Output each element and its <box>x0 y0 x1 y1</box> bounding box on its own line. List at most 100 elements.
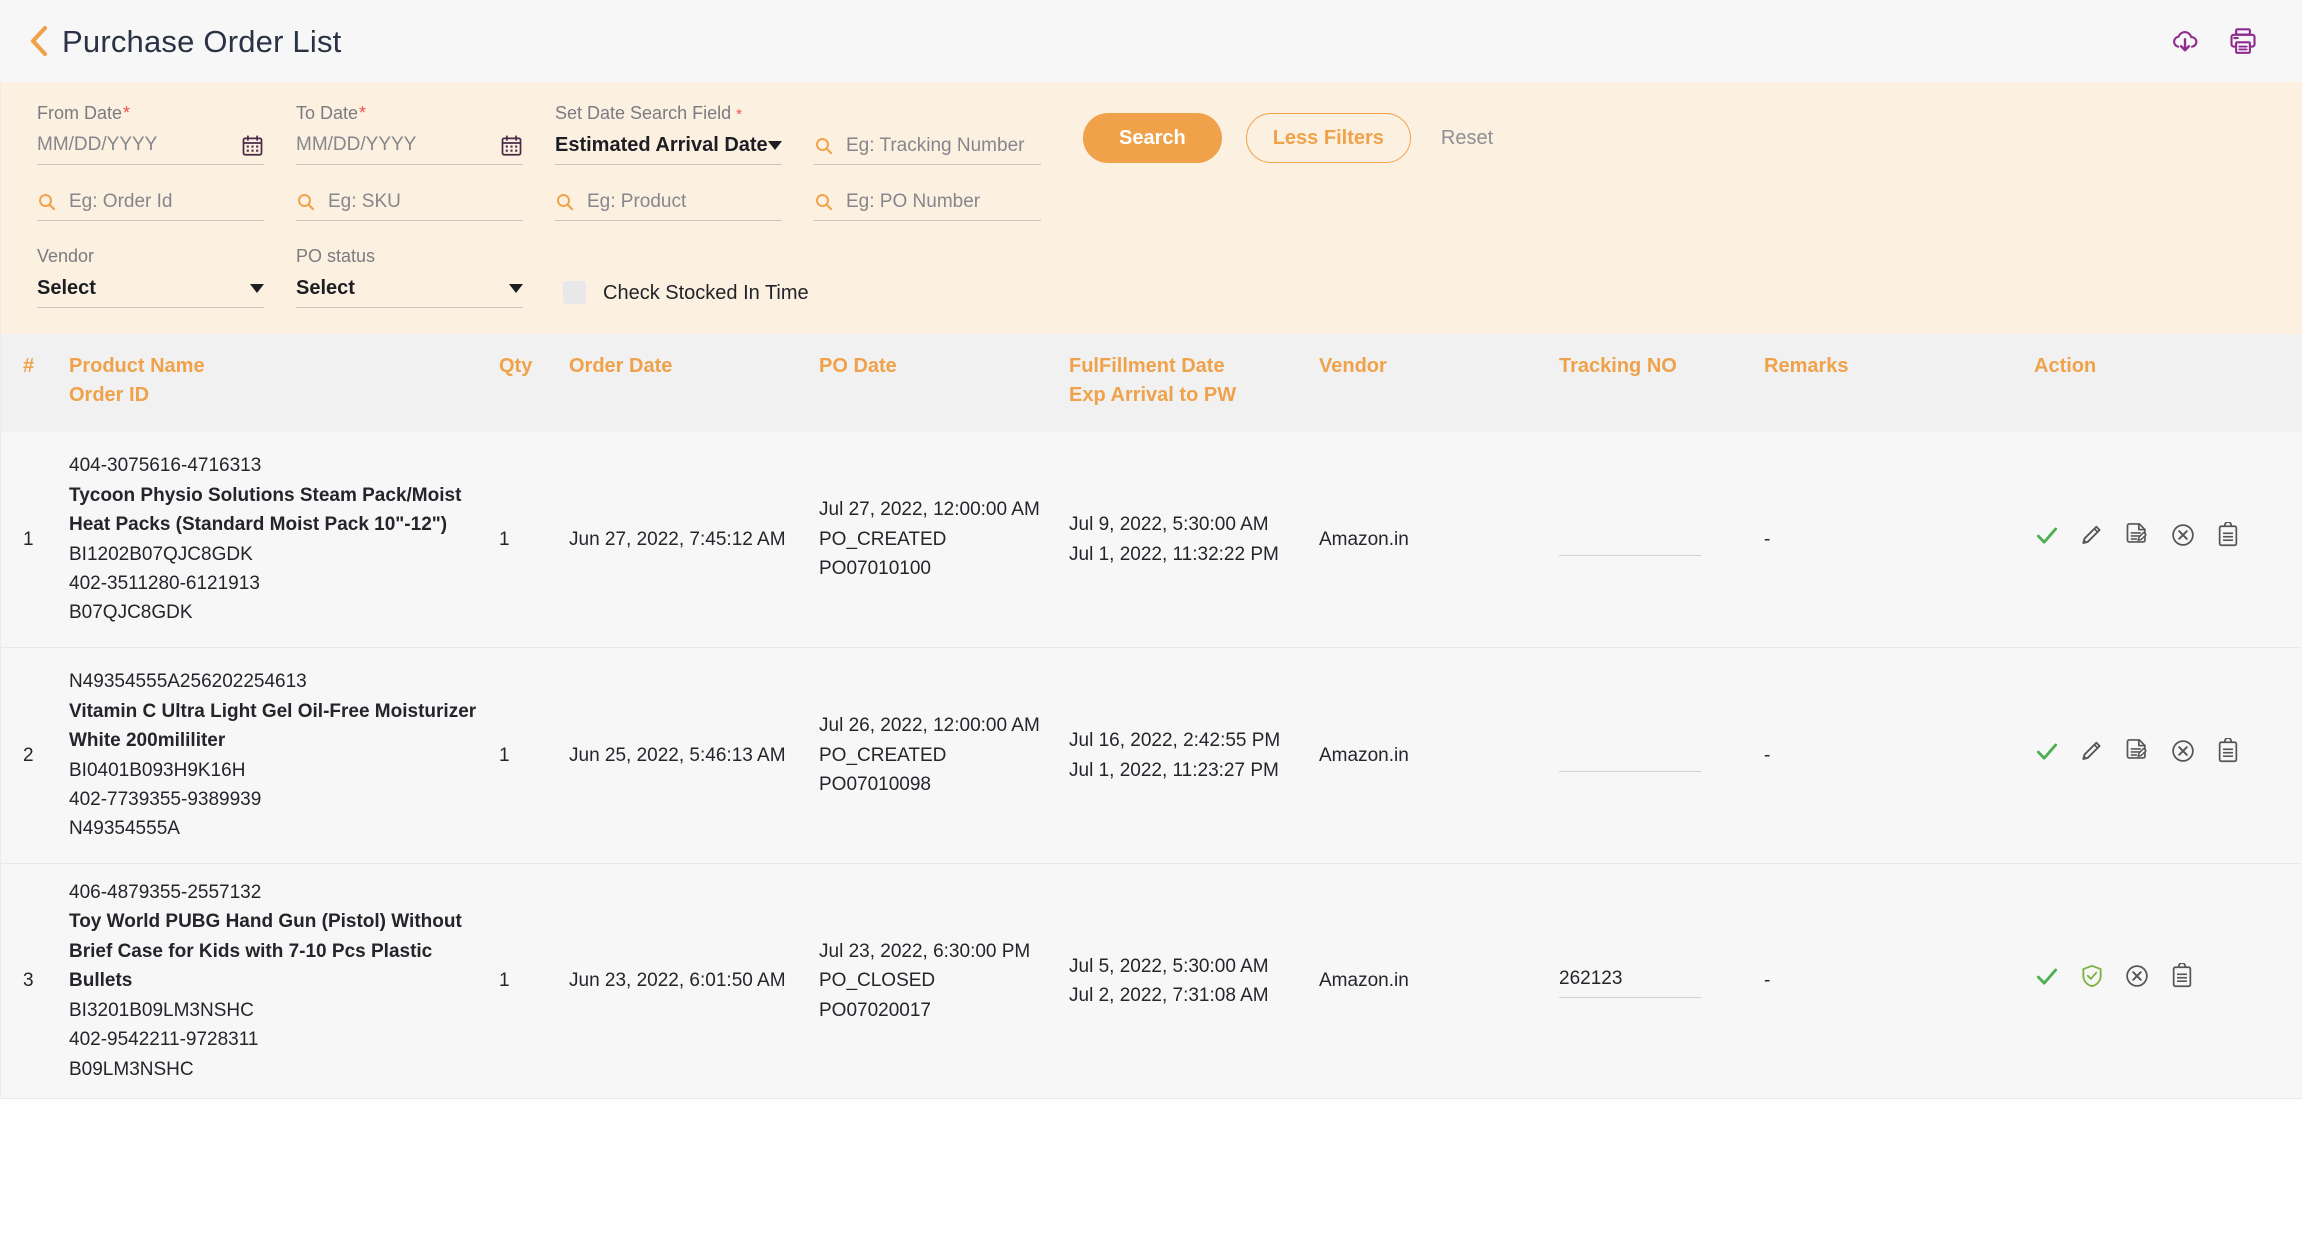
cloud-download-icon <box>2173 31 2198 52</box>
action-pencil-button[interactable] <box>2079 738 2105 773</box>
action-circle-close-button[interactable] <box>2124 963 2150 998</box>
action-clipboard-button[interactable] <box>2215 520 2241 557</box>
search-icon <box>814 136 834 156</box>
row-po-status: PO_CREATED <box>819 528 947 550</box>
row-order-ref: 402-9542211-9728311 <box>69 1029 259 1051</box>
from-date-input[interactable]: MM/DD/YYYY <box>37 134 264 165</box>
order-id-input[interactable]: Eg: Order Id <box>37 191 264 221</box>
product-input[interactable]: Eg: Product <box>555 191 782 221</box>
pencil-icon <box>2079 738 2105 773</box>
action-document-edit-button[interactable] <box>2124 521 2151 557</box>
row-po-date: Jul 27, 2022, 12:00:00 AM <box>819 499 1040 521</box>
from-date-field: From Date* MM/DD/YYYY <box>37 104 264 165</box>
check-stocked-in-time[interactable]: Check Stocked In Time <box>563 281 809 308</box>
row-tracking-input[interactable] <box>1559 524 1701 556</box>
search-icon <box>296 192 316 212</box>
action-check-button[interactable] <box>2034 522 2060 557</box>
action-shield-check-button[interactable] <box>2079 963 2105 998</box>
download-button[interactable] <box>2168 24 2202 58</box>
row-product-name: Toy World PUBG Hand Gun (Pistol) Without… <box>69 911 462 992</box>
tracking-number-input[interactable]: Eg: Tracking Number <box>814 135 1041 165</box>
row-vendor: Amazon.in <box>1319 970 1409 992</box>
column-header-product: Product Name Order ID <box>69 352 499 410</box>
column-header-order-id: Order ID <box>69 384 150 406</box>
date-search-field-field: Set Date Search Field * Estimated Arrival… <box>555 104 782 165</box>
row-remarks: - <box>1764 744 1771 766</box>
row-actions <box>2034 520 2274 557</box>
row-po-date: Jul 23, 2022, 6:30:00 PM <box>819 940 1031 962</box>
required-asterisk: * <box>736 106 742 123</box>
row-actions <box>2034 962 2274 998</box>
to-date-calendar-button[interactable] <box>500 134 523 157</box>
date-search-field-select[interactable]: Estimated Arrival Date <box>555 134 782 165</box>
chevron-down-icon <box>509 284 523 293</box>
column-header-index: # <box>23 355 35 377</box>
clipboard-icon <box>2169 962 2195 998</box>
row-order-id-top: 404-3075616-4716313 <box>69 455 262 477</box>
po-number-input[interactable]: Eg: PO Number <box>814 191 1041 221</box>
action-check-button[interactable] <box>2034 963 2060 998</box>
search-button[interactable]: Search <box>1083 113 1222 163</box>
product-placeholder: Eg: Product <box>587 190 687 212</box>
check-stocked-checkbox[interactable] <box>563 281 586 304</box>
row-exp-arrival: Jul 1, 2022, 11:23:27 PM <box>1069 759 1279 781</box>
tracking-number-field: Eg: Tracking Number <box>814 105 1041 165</box>
reset-button[interactable]: Reset <box>1435 120 1499 156</box>
print-button[interactable] <box>2226 24 2260 58</box>
row-po-number: PO07010098 <box>819 774 931 796</box>
clipboard-icon <box>2215 736 2241 773</box>
table-row: 3 406-4879355-2557132 Toy World PUBG Han… <box>1 864 2302 1100</box>
action-circle-close-button[interactable] <box>2170 522 2196 557</box>
row-tracking-input[interactable] <box>1559 740 1701 772</box>
action-document-edit-button[interactable] <box>2124 737 2151 773</box>
vendor-select[interactable]: Select <box>37 277 264 308</box>
row-tracking-value: 262123 <box>1559 967 1623 989</box>
printer-icon <box>2230 28 2256 54</box>
clipboard-icon <box>2215 520 2241 557</box>
row-index: 1 <box>23 528 34 550</box>
row-product-cell: N49354555A256202254613 Vitamin C Ultra L… <box>69 667 499 844</box>
vendor-field: Vendor Select <box>37 247 264 308</box>
row-qty: 1 <box>499 744 510 766</box>
to-date-label: To Date* <box>296 103 367 123</box>
to-date-field: To Date* MM/DD/YYYY <box>296 104 523 165</box>
circle-close-icon <box>2170 522 2196 557</box>
table-row: 1 404-3075616-4716313 Tycoon Physio Solu… <box>1 432 2302 648</box>
check-icon <box>2034 522 2060 557</box>
from-date-calendar-button[interactable] <box>241 134 264 157</box>
action-circle-close-button[interactable] <box>2170 738 2196 773</box>
row-sku: BI3201B09LM3NSHC <box>69 999 254 1021</box>
check-stocked-label: Check Stocked In Time <box>603 281 809 304</box>
action-clipboard-button[interactable] <box>2215 736 2241 773</box>
po-status-select[interactable]: Select <box>296 277 523 308</box>
less-filters-button[interactable]: Less Filters <box>1245 113 1411 163</box>
action-clipboard-button[interactable] <box>2169 962 2195 998</box>
top-bar-actions <box>2168 24 2274 58</box>
back-button[interactable] <box>28 24 50 58</box>
action-check-button[interactable] <box>2034 738 2060 773</box>
table-row: 2 N49354555A256202254613 Vitamin C Ultra… <box>1 648 2302 864</box>
date-search-field-label: Set Date Search Field * <box>555 103 742 123</box>
vendor-label: Vendor <box>37 246 95 266</box>
row-po-number: PO07010100 <box>819 558 931 580</box>
row-qty: 1 <box>499 970 510 992</box>
to-date-input[interactable]: MM/DD/YYYY <box>296 134 523 165</box>
chevron-down-icon <box>250 284 264 293</box>
chevron-left-icon <box>30 25 48 57</box>
row-order-id-top: 406-4879355-2557132 <box>69 882 262 903</box>
action-pencil-button[interactable] <box>2079 522 2105 557</box>
purchase-order-table: # Product Name Order ID Qty Order Date P… <box>0 334 2302 1100</box>
row-tracking-cell <box>1559 740 1764 772</box>
order-id-field: Eg: Order Id <box>37 191 264 221</box>
column-header-fulfillment: FulFillment Date Exp Arrival to PW <box>1069 352 1319 410</box>
row-tracking-input[interactable]: 262123 <box>1559 964 1701 999</box>
column-header-po-date: PO Date <box>819 355 897 377</box>
column-header-remarks: Remarks <box>1764 355 1849 377</box>
row-po-cell: Jul 27, 2022, 12:00:00 AM PO_CREATED PO0… <box>819 495 1069 583</box>
sku-field: Eg: SKU <box>296 191 523 221</box>
chevron-down-icon <box>768 141 782 150</box>
sku-input[interactable]: Eg: SKU <box>296 191 523 221</box>
row-sku: BI0401B093H9K16H <box>69 759 246 781</box>
shield-check-icon <box>2079 963 2105 998</box>
column-header-exp-arrival: Exp Arrival to PW <box>1069 384 1237 406</box>
